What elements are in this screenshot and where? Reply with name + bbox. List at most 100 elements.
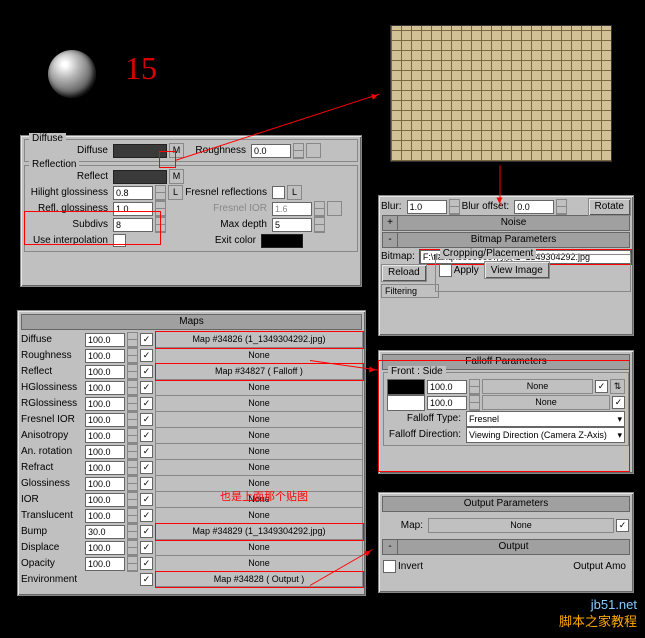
noise-rollup[interactable]: Noise [398, 216, 629, 230]
roughness-spinner[interactable] [293, 143, 304, 159]
front-value[interactable]: 100.0 [427, 380, 467, 394]
fresnel-refl-checkbox[interactable] [272, 186, 285, 199]
roughness-map-button[interactable] [306, 143, 321, 158]
map-amount[interactable]: 100.0 [85, 477, 125, 491]
front-spinner[interactable] [469, 379, 480, 395]
map-slot-button[interactable]: Map #34828 ( Output ) [156, 572, 363, 587]
refl-gloss-value[interactable]: 1.0 [113, 202, 153, 216]
max-depth-value[interactable]: 5 [272, 218, 312, 232]
map-amount-spinner[interactable] [127, 460, 138, 476]
fresnel-ior-value[interactable]: 1.6 [272, 202, 312, 216]
map-amount[interactable]: 100.0 [85, 349, 125, 363]
map-slot-button[interactable]: None [156, 556, 363, 572]
map-amount-spinner[interactable] [127, 396, 138, 412]
map-amount-spinner[interactable] [127, 524, 138, 540]
maps-title[interactable]: Maps [21, 314, 362, 330]
map-amount-spinner[interactable] [127, 364, 138, 380]
map-enable-checkbox[interactable] [140, 509, 153, 522]
blur-off-spinner[interactable] [556, 199, 567, 215]
map-enable-checkbox[interactable] [140, 573, 153, 586]
side-swatch[interactable] [387, 395, 425, 411]
map-enable-checkbox[interactable] [140, 413, 153, 426]
hilight-value[interactable]: 0.8 [113, 186, 153, 200]
map-enable-checkbox[interactable] [140, 541, 153, 554]
map-amount[interactable]: 100.0 [85, 493, 125, 507]
swap-button[interactable]: ⇅ [610, 379, 625, 394]
reload-button[interactable]: Reload [381, 264, 427, 282]
map-slot-button[interactable]: Map #34827 ( Falloff ) [156, 364, 363, 380]
hilight-spinner[interactable] [155, 185, 166, 201]
noise-toggle[interactable]: + [383, 216, 398, 230]
subdivs-spinner[interactable] [155, 217, 166, 233]
map-enable-checkbox[interactable] [140, 381, 153, 394]
map-slot-button[interactable]: None [156, 444, 363, 460]
subdivs-value[interactable]: 8 [113, 218, 153, 232]
falloff-type-dropdown[interactable]: Fresnel▾ [466, 411, 625, 427]
output-map-checkbox[interactable] [616, 519, 629, 532]
map-amount[interactable]: 100.0 [85, 557, 125, 571]
map-amount-spinner[interactable] [127, 428, 138, 444]
map-slot-button[interactable]: None [156, 428, 363, 444]
map-enable-checkbox[interactable] [140, 525, 153, 538]
map-amount[interactable]: 100.0 [85, 365, 125, 379]
bitmap-params-toggle[interactable]: - [383, 233, 398, 247]
map-amount-spinner[interactable] [127, 492, 138, 508]
diffuse-swatch[interactable] [113, 144, 167, 158]
front-swatch[interactable] [387, 379, 425, 395]
map-enable-checkbox[interactable] [140, 397, 153, 410]
map-enable-checkbox[interactable] [140, 349, 153, 362]
map-amount-spinner[interactable] [127, 380, 138, 396]
exit-color-swatch[interactable] [261, 234, 303, 248]
fresnel-l-button[interactable]: L [287, 185, 302, 200]
map-slot-button[interactable]: None [156, 412, 363, 428]
invert-checkbox[interactable] [383, 560, 396, 573]
front-map-button[interactable]: None [482, 379, 593, 394]
use-interp-checkbox[interactable] [113, 234, 126, 247]
map-enable-checkbox[interactable] [140, 493, 153, 506]
map-slot-button[interactable]: Map #34829 (1_1349304292.jpg) [156, 524, 363, 540]
reflect-map-button[interactable]: M [169, 169, 184, 184]
map-amount-spinner[interactable] [127, 476, 138, 492]
map-enable-checkbox[interactable] [140, 429, 153, 442]
map-amount[interactable]: 100.0 [85, 541, 125, 555]
map-amount-spinner[interactable] [127, 412, 138, 428]
map-enable-checkbox[interactable] [140, 445, 153, 458]
front-enable-checkbox[interactable] [595, 380, 608, 393]
map-amount-spinner[interactable] [127, 348, 138, 364]
reflect-swatch[interactable] [113, 170, 167, 184]
map-enable-checkbox[interactable] [140, 365, 153, 378]
blur-off-value[interactable]: 0.0 [514, 200, 554, 214]
side-value[interactable]: 100.0 [427, 396, 467, 410]
map-slot-button[interactable]: None [156, 460, 363, 476]
map-enable-checkbox[interactable] [140, 477, 153, 490]
map-amount-spinner[interactable] [127, 332, 138, 348]
map-slot-button[interactable]: None [156, 540, 363, 556]
bitmap-params-rollup[interactable]: Bitmap Parameters [398, 233, 629, 247]
roughness-value[interactable]: 0.0 [251, 144, 291, 158]
apply-checkbox[interactable] [439, 264, 452, 277]
side-enable-checkbox[interactable] [612, 396, 625, 409]
falloff-dir-dropdown[interactable]: Viewing Direction (Camera Z-Axis)▾ [466, 427, 625, 443]
map-amount[interactable]: 100.0 [85, 429, 125, 443]
refl-gloss-spinner[interactable] [155, 201, 166, 217]
map-enable-checkbox[interactable] [140, 557, 153, 570]
map-amount-spinner[interactable] [127, 556, 138, 572]
blur-value[interactable]: 1.0 [407, 200, 447, 214]
output-map-button[interactable]: None [428, 518, 614, 533]
fresnel-ior-spinner[interactable] [314, 201, 325, 217]
map-amount[interactable]: 30.0 [85, 525, 125, 539]
max-depth-spinner[interactable] [314, 217, 325, 233]
map-amount[interactable]: 100.0 [85, 461, 125, 475]
output-toggle[interactable]: - [383, 540, 398, 554]
map-amount[interactable]: 100.0 [85, 509, 125, 523]
rotate-button[interactable]: Rotate [588, 198, 631, 216]
map-amount[interactable]: 100.0 [85, 445, 125, 459]
map-amount[interactable]: 100.0 [85, 397, 125, 411]
map-amount[interactable]: 100.0 [85, 381, 125, 395]
blur-spinner[interactable] [449, 199, 460, 215]
map-amount[interactable]: 100.0 [85, 413, 125, 427]
map-slot-button[interactable]: None [156, 380, 363, 396]
side-spinner[interactable] [469, 395, 480, 411]
map-amount-spinner[interactable] [127, 444, 138, 460]
map-slot-button[interactable]: Map #34826 (1_1349304292.jpg) [156, 332, 363, 348]
